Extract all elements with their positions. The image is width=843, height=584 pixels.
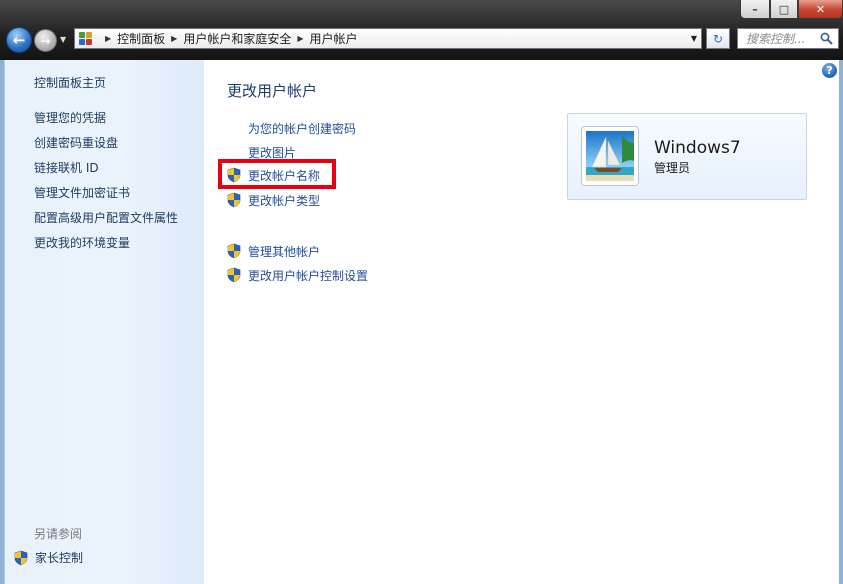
uac-shield-icon (227, 243, 241, 259)
manage-credentials-link[interactable]: 管理您的凭据 (34, 109, 106, 126)
avatar[interactable] (581, 126, 639, 186)
search-icon[interactable] (820, 32, 833, 45)
account-role: 管理员 (654, 161, 691, 175)
parental-controls-label: 家长控制 (35, 551, 84, 565)
address-dropdown-icon[interactable]: ▼ (691, 34, 697, 43)
window-right-border (839, 60, 843, 584)
breadcrumb-user-accounts-family[interactable]: 用户帐户和家庭安全 (183, 30, 291, 47)
refresh-button[interactable]: ↻ (706, 28, 730, 49)
see-also-heading: 另请参阅 (34, 527, 83, 541)
navigation-bar: ← → ▼ ▶ 控制面板 ▶ 用户帐户和家庭安全 ▶ 用户帐户 ▼ ↻ (0, 22, 843, 58)
control-panel-icon (79, 31, 95, 46)
page-title: 更改用户帐户 (227, 82, 318, 100)
manage-other-accounts-label: 管理其他帐户 (248, 244, 321, 259)
change-uac-settings-link[interactable]: 更改用户帐户控制设置 (226, 265, 368, 285)
parental-controls-link[interactable]: 家长控制 (13, 549, 83, 566)
search-input[interactable] (746, 31, 820, 46)
breadcrumb-control-panel[interactable]: 控制面板 (117, 30, 165, 47)
search-box[interactable] (737, 28, 839, 49)
change-uac-settings-label: 更改用户帐户控制设置 (248, 268, 369, 283)
caption-buttons: – □ ✕ (740, 0, 843, 20)
uac-shield-icon (227, 192, 241, 208)
change-account-type-label: 更改帐户类型 (248, 193, 321, 208)
address-bar[interactable]: ▶ 控制面板 ▶ 用户帐户和家庭安全 ▶ 用户帐户 ▼ (74, 28, 702, 49)
left-task-pane: 控制面板主页 管理您的凭据 创建密码重设盘 链接联机 ID 管理文件加密证书 配… (4, 60, 205, 584)
control-panel-home-link[interactable]: 控制面板主页 (34, 74, 106, 91)
minimize-button[interactable]: – (740, 0, 770, 19)
uac-shield-icon (14, 550, 28, 565)
forward-button[interactable]: → (34, 29, 57, 52)
account-card: Windows7 管理员 (567, 113, 807, 200)
manage-encryption-certificates-link[interactable]: 管理文件加密证书 (34, 184, 130, 201)
link-online-id-link[interactable]: 链接联机 ID (34, 159, 99, 176)
breadcrumb-separator-icon: ▶ (297, 34, 304, 43)
close-button[interactable]: ✕ (798, 0, 843, 19)
change-environment-variables-link[interactable]: 更改我的环境变量 (34, 234, 130, 251)
change-account-name-label: 更改帐户名称 (248, 168, 321, 183)
manage-other-accounts-link[interactable]: 管理其他帐户 (226, 241, 320, 261)
configure-profile-properties-link[interactable]: 配置高级用户配置文件属性 (34, 209, 178, 226)
recent-pages-dropdown[interactable]: ▼ (60, 35, 66, 44)
create-password-link[interactable]: 为您的帐户创建密码 (226, 118, 356, 138)
uac-shield-icon (227, 267, 241, 283)
create-password-label: 为您的帐户创建密码 (248, 121, 357, 136)
breadcrumb-user-accounts[interactable]: 用户帐户 (310, 30, 358, 47)
uac-shield-icon (227, 167, 241, 183)
breadcrumb-separator-icon: ▶ (171, 34, 178, 43)
breadcrumb-separator-icon: ▶ (105, 34, 112, 43)
main-content: ? 更改用户帐户 为您的帐户创建密码 更改图片 更改帐户名称 更改帐户类型 管理… (204, 60, 839, 584)
account-name: Windows7 (654, 138, 741, 158)
change-account-type-link[interactable]: 更改帐户类型 (226, 190, 320, 210)
maximize-button[interactable]: □ (770, 0, 798, 19)
help-icon[interactable]: ? (822, 63, 837, 78)
change-picture-label: 更改图片 (248, 145, 297, 160)
back-button[interactable]: ← (6, 27, 32, 53)
change-account-name-link[interactable]: 更改帐户名称 (226, 165, 320, 185)
sailboat-picture-icon (586, 131, 634, 181)
create-password-reset-disk-link[interactable]: 创建密码重设盘 (34, 134, 118, 151)
